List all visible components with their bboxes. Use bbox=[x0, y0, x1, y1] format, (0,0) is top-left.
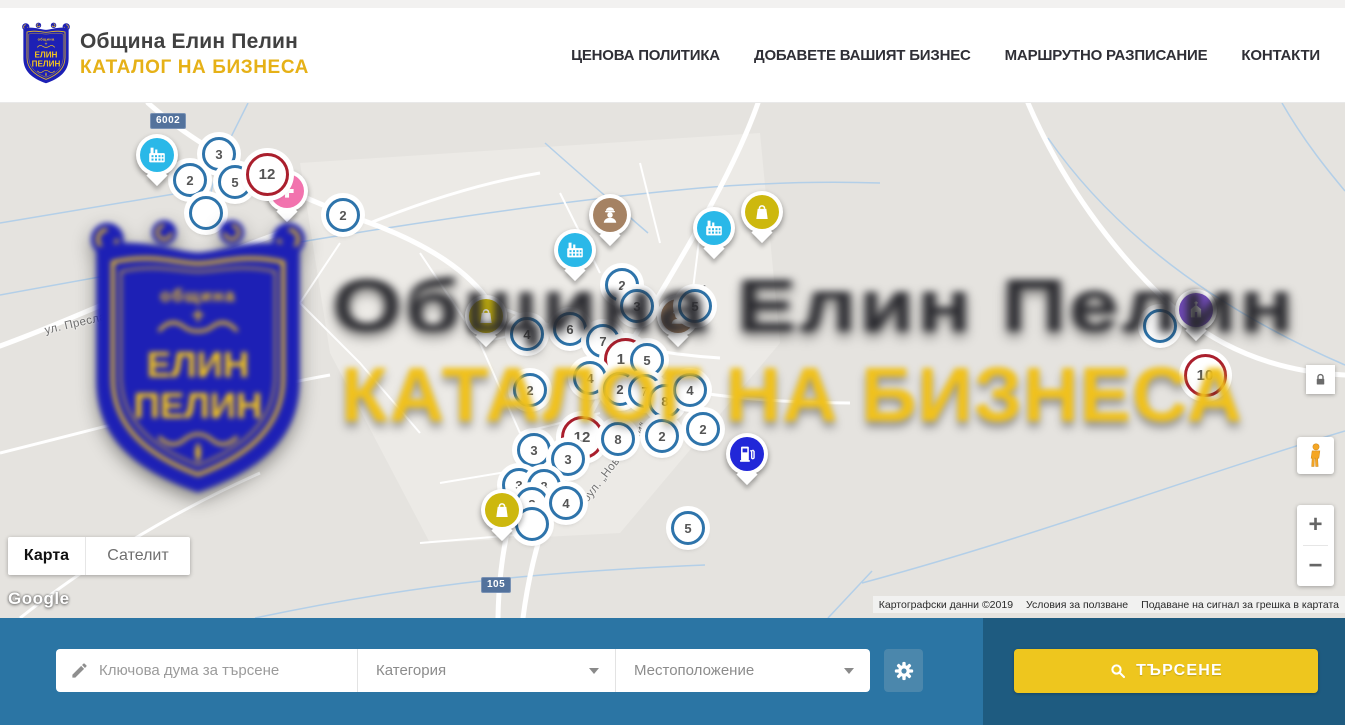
cluster-marker[interactable]: 2 bbox=[173, 163, 207, 197]
cluster-marker[interactable]: 2 bbox=[645, 419, 679, 453]
map-canvas[interactable]: 6002105ул. Преславбул. „Новоселци“ции325… bbox=[0, 103, 1345, 618]
site-subtitle: КАТАЛОГ НА БИЗНЕСА bbox=[80, 57, 309, 79]
svg-text:община: община bbox=[38, 37, 55, 42]
category-select-label: Категория bbox=[376, 662, 446, 679]
map-type-map-button[interactable]: Карта bbox=[8, 537, 86, 575]
attribution-copyright: Картографски данни ©2019 bbox=[879, 599, 1013, 611]
search-icon bbox=[1109, 662, 1127, 680]
zoom-in-button[interactable]: + bbox=[1297, 505, 1334, 545]
cluster-marker[interactable]: 8 bbox=[601, 422, 635, 456]
search-bar: Категория Местоположение bbox=[56, 649, 870, 692]
gear-icon bbox=[894, 661, 914, 681]
google-logo[interactable]: Google bbox=[8, 589, 70, 609]
pencil-icon bbox=[70, 661, 89, 680]
cluster-marker[interactable]: 3 bbox=[517, 433, 551, 467]
map-markers: 32512223564713542278421282333834510 bbox=[0, 103, 1345, 618]
lock-icon bbox=[1313, 372, 1328, 387]
search-button-label: ТЪРСЕНЕ bbox=[1136, 662, 1223, 680]
attribution-report-link[interactable]: Подаване на сигнал за грешка в картата bbox=[1141, 599, 1339, 611]
cluster-marker[interactable]: 5 bbox=[630, 343, 664, 377]
factory-pin[interactable] bbox=[693, 207, 735, 249]
pegman-control[interactable] bbox=[1297, 437, 1334, 474]
page: община ЕЛИН ПЕЛИН Община Елин Пелин КАТА… bbox=[0, 0, 1345, 725]
factory-pin[interactable] bbox=[554, 229, 596, 271]
church-pin[interactable] bbox=[1175, 289, 1217, 331]
keyword-field bbox=[56, 649, 358, 692]
site-title: Община Елин Пелин bbox=[80, 30, 309, 54]
advanced-search-button[interactable] bbox=[884, 649, 923, 692]
chevron-down-icon bbox=[844, 668, 854, 674]
zoom-out-button[interactable]: − bbox=[1297, 546, 1334, 586]
location-select-label: Местоположение bbox=[634, 662, 754, 679]
cluster-marker[interactable]: 5 bbox=[678, 289, 712, 323]
keyword-input[interactable] bbox=[99, 662, 345, 679]
lock-control[interactable] bbox=[1306, 365, 1335, 394]
cluster-marker[interactable]: 4 bbox=[573, 361, 607, 395]
cluster-marker[interactable]: 5 bbox=[671, 511, 705, 545]
cluster-marker[interactable]: 4 bbox=[510, 317, 544, 351]
factory-pin[interactable] bbox=[136, 134, 178, 176]
bag-pin[interactable] bbox=[481, 489, 523, 531]
bag-pin[interactable] bbox=[465, 295, 507, 337]
nav-route-schedule[interactable]: МАРШРУТНО РАЗПИСАНИЕ bbox=[1005, 47, 1208, 64]
nav-add-business[interactable]: ДОБАВЕТЕ ВАШИЯТ БИЗНЕС bbox=[754, 47, 971, 64]
cluster-marker[interactable] bbox=[189, 196, 223, 230]
worker-pin[interactable] bbox=[589, 194, 631, 236]
cluster-marker[interactable]: 3 bbox=[620, 289, 654, 323]
cluster-marker[interactable]: 2 bbox=[326, 198, 360, 232]
map-attribution: Картографски данни ©2019 Условия за полз… bbox=[873, 596, 1345, 613]
main-nav: ЦЕНОВА ПОЛИТИКА ДОБАВЕТЕ ВАШИЯТ БИЗНЕС М… bbox=[571, 8, 1320, 103]
cluster-marker[interactable]: 4 bbox=[549, 486, 583, 520]
category-select[interactable]: Категория bbox=[358, 649, 616, 692]
pegman-icon bbox=[1305, 442, 1327, 470]
zoom-control: + − bbox=[1297, 505, 1334, 586]
header: община ЕЛИН ПЕЛИН Община Елин Пелин КАТА… bbox=[0, 8, 1345, 103]
map-type-control: Карта Сателит bbox=[8, 537, 190, 575]
svg-text:ЕЛИН: ЕЛИН bbox=[35, 51, 58, 60]
cluster-marker[interactable]: 2 bbox=[513, 373, 547, 407]
cluster-marker[interactable]: 3 bbox=[551, 442, 585, 476]
attribution-terms-link[interactable]: Условия за ползване bbox=[1026, 599, 1128, 611]
cluster-marker[interactable] bbox=[1143, 309, 1177, 343]
location-select[interactable]: Местоположение bbox=[616, 649, 870, 692]
cluster-marker[interactable]: 4 bbox=[673, 373, 707, 407]
cluster-marker[interactable]: 2 bbox=[686, 412, 720, 446]
fuel-pin[interactable] bbox=[726, 433, 768, 475]
chevron-down-icon bbox=[589, 668, 599, 674]
svg-text:ПЕЛИН: ПЕЛИН bbox=[32, 60, 61, 69]
title-block: Община Елин Пелин КАТАЛОГ НА БИЗНЕСА bbox=[80, 30, 309, 79]
cluster-marker[interactable]: 10 bbox=[1184, 354, 1227, 397]
top-strip bbox=[0, 0, 1345, 8]
site-logo[interactable]: община ЕЛИН ПЕЛИН bbox=[20, 22, 72, 86]
cluster-marker[interactable]: 6 bbox=[553, 312, 587, 346]
search-button[interactable]: ТЪРСЕНЕ bbox=[1014, 649, 1318, 693]
bag-pin[interactable] bbox=[741, 191, 783, 233]
map-type-satellite-button[interactable]: Сателит bbox=[86, 537, 190, 575]
search-section: Категория Местоположение ТЪРСЕНЕ bbox=[0, 618, 1345, 725]
nav-contacts[interactable]: КОНТАКТИ bbox=[1241, 47, 1320, 64]
cluster-marker[interactable]: 12 bbox=[246, 153, 289, 196]
nav-pricing[interactable]: ЦЕНОВА ПОЛИТИКА bbox=[571, 47, 720, 64]
